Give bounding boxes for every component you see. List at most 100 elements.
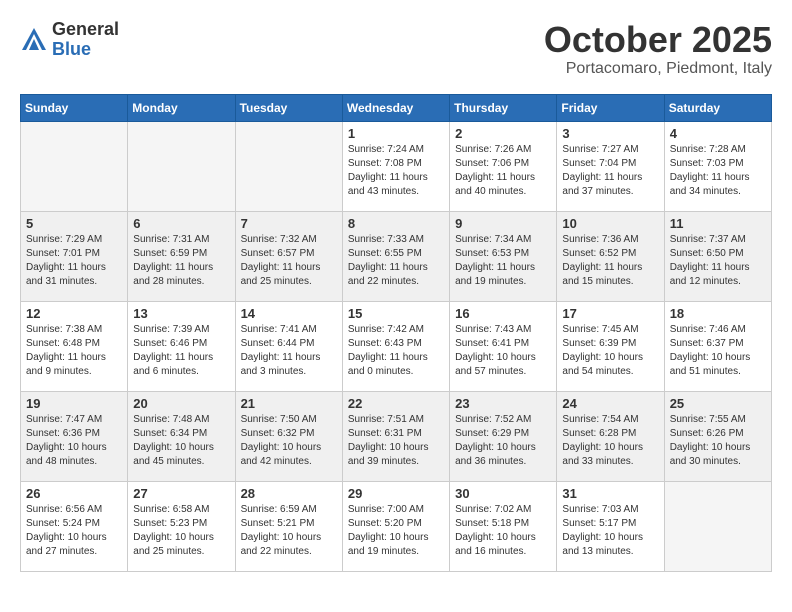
day-number: 12 [26,306,122,321]
day-number: 31 [562,486,658,501]
day-info: Sunrise: 7:47 AM Sunset: 6:36 PM Dayligh… [26,413,122,469]
day-number: 29 [348,486,444,501]
day-info: Sunrise: 7:28 AM Sunset: 7:03 PM Dayligh… [670,143,766,199]
calendar-cell: 2Sunrise: 7:26 AM Sunset: 7:06 PM Daylig… [450,121,557,211]
calendar-cell: 5Sunrise: 7:29 AM Sunset: 7:01 PM Daylig… [21,211,128,301]
day-info: Sunrise: 7:37 AM Sunset: 6:50 PM Dayligh… [670,233,766,289]
calendar-cell: 22 Sunrise: 7:51 AM Sunset: 6:31 PM Dayli… [342,391,449,481]
day-info: Sunrise: 7:02 AM Sunset: 5:18 PM Dayligh… [455,503,551,559]
logo-text: General Blue [52,20,119,60]
day-info: Sunrise: 7:50 AM Sunset: 6:32 PM Dayligh… [241,413,337,469]
calendar-cell: 1Sunrise: 7:24 AM Sunset: 7:08 PM Daylig… [342,121,449,211]
calendar-cell [664,481,771,571]
calendar-cell: 28 Sunrise: 6:59 AM Sunset: 5:21 PM Dayli… [235,481,342,571]
day-number: 5 [26,216,122,231]
day-number: 14 [241,306,337,321]
calendar-cell: 23Sunrise: 7:52 AM Sunset: 6:29 PM Dayli… [450,391,557,481]
day-number: 20 [133,396,229,411]
day-number: 8 [348,216,444,231]
calendar-cell: 11 Sunrise: 7:37 AM Sunset: 6:50 PM Dayli… [664,211,771,301]
day-info: Sunrise: 7:00 AM Sunset: 5:20 PM Dayligh… [348,503,444,559]
day-number: 26 [26,486,122,501]
calendar-week-0: 1Sunrise: 7:24 AM Sunset: 7:08 PM Daylig… [21,121,772,211]
day-info: Sunrise: 6:58 AM Sunset: 5:23 PM Dayligh… [133,503,229,559]
day-info: Sunrise: 7:27 AM Sunset: 7:04 PM Dayligh… [562,143,658,199]
calendar-cell: 16 Sunrise: 7:43 AM Sunset: 6:41 PM Dayli… [450,301,557,391]
calendar-cell: 9 Sunrise: 7:34 AM Sunset: 6:53 PM Daylig… [450,211,557,301]
day-info: Sunrise: 7:45 AM Sunset: 6:39 PM Dayligh… [562,323,658,379]
calendar-cell: 15 Sunrise: 7:42 AM Sunset: 6:43 PM Dayli… [342,301,449,391]
calendar-week-2: 12 Sunrise: 7:38 AM Sunset: 6:48 PM Dayli… [21,301,772,391]
day-number: 16 [455,306,551,321]
calendar-cell: 26 Sunrise: 6:56 AM Sunset: 5:24 PM Dayli… [21,481,128,571]
day-info: Sunrise: 7:31 AM Sunset: 6:59 PM Dayligh… [133,233,229,289]
day-number: 15 [348,306,444,321]
day-number: 13 [133,306,229,321]
day-number: 4 [670,126,766,141]
calendar-cell: 13 Sunrise: 7:39 AM Sunset: 6:46 PM Dayli… [128,301,235,391]
month-title: October 2025 [544,20,772,60]
day-number: 17 [562,306,658,321]
day-number: 2 [455,126,551,141]
day-info: Sunrise: 7:46 AM Sunset: 6:37 PM Dayligh… [670,323,766,379]
calendar-cell: 29 Sunrise: 7:00 AM Sunset: 5:20 PM Dayli… [342,481,449,571]
calendar-cell: 6 Sunrise: 7:31 AM Sunset: 6:59 PM Daylig… [128,211,235,301]
calendar-header-saturday: Saturday [664,94,771,121]
calendar-cell: 12 Sunrise: 7:38 AM Sunset: 6:48 PM Dayli… [21,301,128,391]
calendar-cell: 19 Sunrise: 7:47 AM Sunset: 6:36 PM Dayli… [21,391,128,481]
day-number: 28 [241,486,337,501]
day-info: Sunrise: 7:03 AM Sunset: 5:17 PM Dayligh… [562,503,658,559]
day-info: Sunrise: 7:38 AM Sunset: 6:48 PM Dayligh… [26,323,122,379]
day-number: 19 [26,396,122,411]
day-info: Sunrise: 7:41 AM Sunset: 6:44 PM Dayligh… [241,323,337,379]
logo-blue-text: Blue [52,40,119,60]
calendar-cell [235,121,342,211]
day-info: Sunrise: 6:56 AM Sunset: 5:24 PM Dayligh… [26,503,122,559]
calendar-week-4: 26 Sunrise: 6:56 AM Sunset: 5:24 PM Dayli… [21,481,772,571]
day-number: 10 [562,216,658,231]
day-number: 6 [133,216,229,231]
calendar-header-friday: Friday [557,94,664,121]
calendar-header-wednesday: Wednesday [342,94,449,121]
calendar-cell: 20Sunrise: 7:48 AM Sunset: 6:34 PM Dayli… [128,391,235,481]
calendar-cell: 10 Sunrise: 7:36 AM Sunset: 6:52 PM Dayli… [557,211,664,301]
day-info: Sunrise: 7:33 AM Sunset: 6:55 PM Dayligh… [348,233,444,289]
day-info: Sunrise: 7:36 AM Sunset: 6:52 PM Dayligh… [562,233,658,289]
calendar-cell: 14 Sunrise: 7:41 AM Sunset: 6:44 PM Dayli… [235,301,342,391]
day-number: 24 [562,396,658,411]
day-info: Sunrise: 6:59 AM Sunset: 5:21 PM Dayligh… [241,503,337,559]
day-info: Sunrise: 7:24 AM Sunset: 7:08 PM Dayligh… [348,143,444,199]
calendar-cell: 25Sunrise: 7:55 AM Sunset: 6:26 PM Dayli… [664,391,771,481]
day-number: 23 [455,396,551,411]
day-info: Sunrise: 7:43 AM Sunset: 6:41 PM Dayligh… [455,323,551,379]
calendar-header-monday: Monday [128,94,235,121]
calendar-cell: 30 Sunrise: 7:02 AM Sunset: 5:18 PM Dayli… [450,481,557,571]
calendar-cell: 7Sunrise: 7:32 AM Sunset: 6:57 PM Daylig… [235,211,342,301]
calendar-cell [128,121,235,211]
day-number: 30 [455,486,551,501]
calendar-cell: 8 Sunrise: 7:33 AM Sunset: 6:55 PM Daylig… [342,211,449,301]
calendar-cell [21,121,128,211]
calendar-header-row: SundayMondayTuesdayWednesdayThursdayFrid… [21,94,772,121]
day-number: 22 [348,396,444,411]
calendar-cell: 24Sunrise: 7:54 AM Sunset: 6:28 PM Dayli… [557,391,664,481]
calendar-cell: 18Sunrise: 7:46 AM Sunset: 6:37 PM Dayli… [664,301,771,391]
calendar-cell: 4 Sunrise: 7:28 AM Sunset: 7:03 PM Daylig… [664,121,771,211]
calendar-header-sunday: Sunday [21,94,128,121]
day-number: 11 [670,216,766,231]
calendar-week-1: 5Sunrise: 7:29 AM Sunset: 7:01 PM Daylig… [21,211,772,301]
calendar-table: SundayMondayTuesdayWednesdayThursdayFrid… [20,94,772,572]
calendar-cell: 31 Sunrise: 7:03 AM Sunset: 5:17 PM Dayli… [557,481,664,571]
day-info: Sunrise: 7:42 AM Sunset: 6:43 PM Dayligh… [348,323,444,379]
day-info: Sunrise: 7:34 AM Sunset: 6:53 PM Dayligh… [455,233,551,289]
day-number: 25 [670,396,766,411]
logo-general-text: General [52,20,119,40]
location-text: Portacomaro, Piedmont, Italy [544,60,772,78]
calendar-cell: 27Sunrise: 6:58 AM Sunset: 5:23 PM Dayli… [128,481,235,571]
day-info: Sunrise: 7:32 AM Sunset: 6:57 PM Dayligh… [241,233,337,289]
logo: General Blue [20,20,119,60]
calendar-cell: 21Sunrise: 7:50 AM Sunset: 6:32 PM Dayli… [235,391,342,481]
day-number: 9 [455,216,551,231]
day-info: Sunrise: 7:39 AM Sunset: 6:46 PM Dayligh… [133,323,229,379]
day-info: Sunrise: 7:51 AM Sunset: 6:31 PM Dayligh… [348,413,444,469]
